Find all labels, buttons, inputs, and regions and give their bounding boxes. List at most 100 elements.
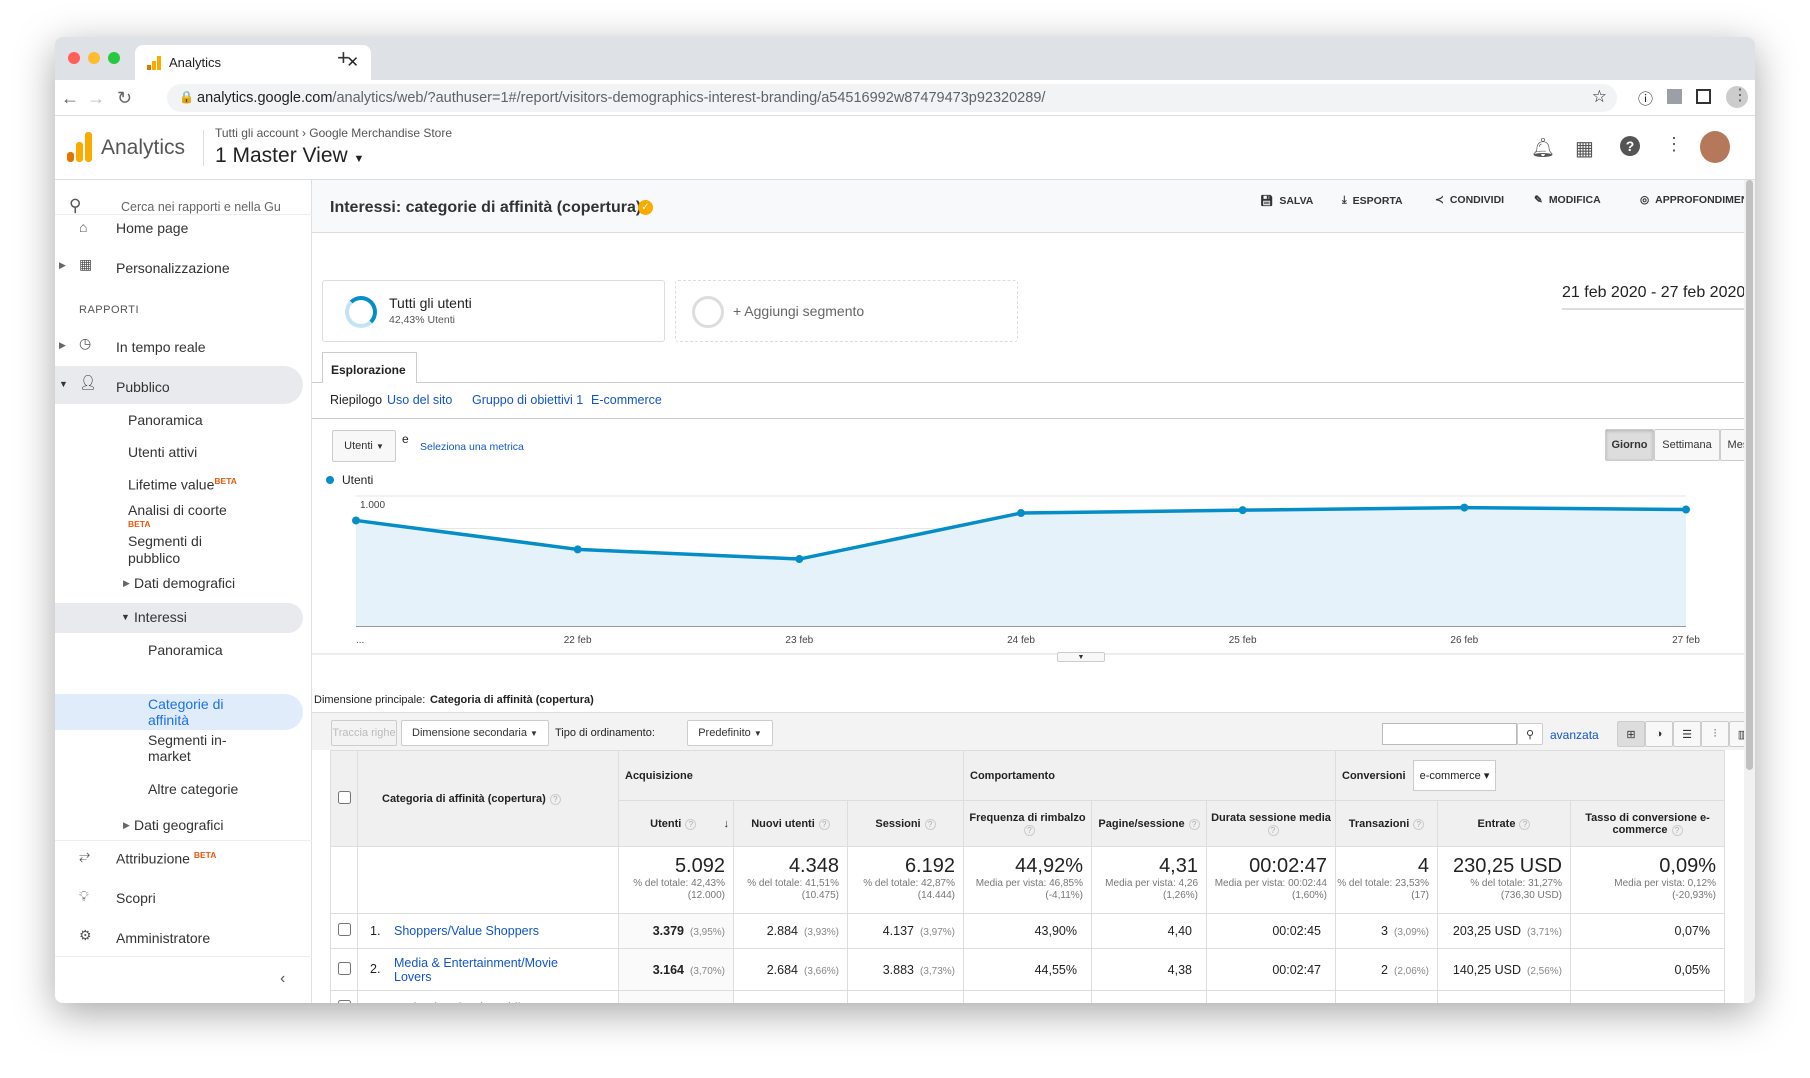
- sort-type-select[interactable]: Predefinito ▼: [687, 720, 773, 746]
- share-button[interactable]: ≺ CONDIVIDI: [1435, 194, 1504, 206]
- sidebar-item-discover[interactable]: Scopri: [116, 890, 156, 906]
- view-comparison-icon[interactable]: ⫶: [1701, 721, 1729, 747]
- sidebar-item-other-categories[interactable]: Altre categorie: [148, 781, 238, 797]
- collapse-icon[interactable]: ▼: [59, 379, 68, 389]
- plot-rows-button[interactable]: Traccia righe: [331, 720, 397, 746]
- view-pie-icon[interactable]: ◑: [1645, 721, 1673, 747]
- column-header[interactable]: Entrate?: [1437, 800, 1571, 847]
- sidebar-item-in-market[interactable]: Segmenti in-market: [148, 732, 248, 764]
- tab-explorer[interactable]: Esplorazione: [322, 352, 417, 383]
- breadcrumb-property[interactable]: Google Merchandise Store: [309, 126, 452, 140]
- select-all-checkbox-cell[interactable]: [330, 750, 358, 847]
- subtab-ecommerce[interactable]: E-commerce: [591, 393, 662, 407]
- table-search-input[interactable]: [1382, 723, 1517, 745]
- view-performance-icon[interactable]: ☰: [1673, 721, 1701, 747]
- row-checkbox[interactable]: [337, 961, 351, 975]
- help-icon[interactable]: ?: [1413, 818, 1425, 830]
- forward-icon[interactable]: →: [87, 88, 105, 109]
- subtab-site-usage[interactable]: Uso del sito: [387, 393, 452, 407]
- apps-grid-icon[interactable]: ▦: [1575, 136, 1594, 161]
- sidebar-item-customization[interactable]: Personalizzazione: [116, 260, 230, 276]
- column-header[interactable]: Tasso di conversione e-commerce?: [1570, 800, 1725, 847]
- url-input[interactable]: 🔒 analytics.google.com/analytics/web/?au…: [167, 84, 1617, 112]
- subtab-summary[interactable]: Riepilogo: [330, 393, 382, 407]
- sidebar-item-home[interactable]: Home page: [116, 220, 188, 236]
- row-checkbox[interactable]: [337, 923, 351, 936]
- reload-icon[interactable]: ↻: [117, 88, 132, 109]
- column-header[interactable]: Nuovi utenti?: [733, 800, 848, 847]
- edit-button[interactable]: ✎ MODIFICA: [1534, 194, 1601, 206]
- extension-icon[interactable]: ⓘ: [1638, 88, 1653, 109]
- date-range-picker[interactable]: 21 feb 2020 - 27 feb 2020 ▼: [1562, 284, 1755, 310]
- sidebar-item-admin[interactable]: Amministratore: [116, 930, 210, 946]
- help-icon[interactable]: ?: [549, 793, 561, 805]
- sidebar-item-realtime[interactable]: In tempo reale: [116, 339, 206, 355]
- help-icon[interactable]: ?: [924, 818, 936, 830]
- back-icon[interactable]: ←: [61, 88, 79, 109]
- view-selector[interactable]: 1 Master View ▼: [215, 144, 364, 168]
- browser-tab[interactable]: Analytics ✕: [135, 45, 371, 80]
- chart-collapse-toggle[interactable]: ▼: [1057, 652, 1105, 662]
- sidebar-item-attribution[interactable]: Attribuzione BETA: [116, 850, 216, 867]
- search-button[interactable]: ⚲: [1517, 723, 1543, 745]
- new-tab-icon[interactable]: +: [337, 45, 350, 71]
- help-icon[interactable]: ?: [685, 818, 697, 830]
- sidebar-item-affinity[interactable]: Categorie di affinità: [148, 696, 258, 728]
- insights-button[interactable]: ◎ APPROFONDIMENTI: [1640, 194, 1755, 206]
- segment-all-users[interactable]: Tutti gli utenti 42,43% Utenti: [322, 280, 665, 342]
- conversion-type-select[interactable]: e-commerce ▾: [1412, 760, 1497, 791]
- column-header[interactable]: Frequenza di rimbalzo?: [963, 800, 1092, 847]
- sidebar-item-active-users[interactable]: Utenti attivi: [128, 444, 197, 460]
- maximize-window-button[interactable]: [108, 52, 120, 64]
- category-link[interactable]: Technology/Technophiles: [394, 1001, 584, 1003]
- column-header[interactable]: Transazioni?: [1335, 800, 1438, 847]
- sidebar-item-demographics[interactable]: Dati demografici: [134, 575, 235, 591]
- granularity-day-button[interactable]: Giorno: [1605, 429, 1654, 461]
- column-header[interactable]: Utenti? ↓: [618, 800, 734, 847]
- help-icon[interactable]: ?: [818, 818, 830, 830]
- screenshot-extension-icon[interactable]: [1696, 89, 1711, 104]
- breadcrumb-all-accounts[interactable]: Tutti gli account: [215, 126, 299, 140]
- column-header[interactable]: Sessioni?: [847, 800, 964, 847]
- sidebar-item-audience-segments[interactable]: Segmenti di pubblico: [128, 533, 228, 567]
- sidebar-search-input[interactable]: Cerca nei rapporti e nella Gu: [121, 200, 281, 214]
- metric-select[interactable]: Utenti ▼: [332, 430, 396, 462]
- page-scrollbar[interactable]: [1744, 180, 1755, 1003]
- select-metric-link[interactable]: Seleziona una metrica: [420, 441, 524, 453]
- sidebar-item-cohort[interactable]: Analisi di coorte: [128, 502, 227, 518]
- help-icon[interactable]: ?: [1024, 824, 1035, 836]
- breadcrumb[interactable]: Tutti gli account › Google Merchandise S…: [215, 126, 452, 140]
- sidebar-item-interests-overview[interactable]: Panoramica: [148, 642, 223, 658]
- column-header[interactable]: Durata sessione media?: [1206, 800, 1336, 847]
- secondary-dimension-select[interactable]: Dimensione secondaria ▼: [401, 720, 549, 746]
- close-window-button[interactable]: [68, 52, 80, 64]
- bookmark-star-icon[interactable]: ☆: [1592, 87, 1607, 107]
- notifications-bell-icon[interactable]: 🔔︎: [1531, 136, 1555, 160]
- save-button[interactable]: 💾︎ SALVA: [1260, 194, 1313, 208]
- collapse-icon[interactable]: ▼: [121, 612, 130, 622]
- minimize-window-button[interactable]: [88, 52, 100, 64]
- help-icon[interactable]: ?: [1620, 136, 1640, 156]
- advanced-filter-link[interactable]: avanzata: [1550, 728, 1599, 742]
- more-options-icon[interactable]: ⋮: [1665, 134, 1683, 155]
- row-checkbox[interactable]: [337, 1000, 351, 1003]
- select-all-checkbox[interactable]: [337, 790, 351, 804]
- browser-menu-icon[interactable]: ⋮: [1732, 85, 1748, 105]
- column-header[interactable]: Pagine/sessione?: [1091, 800, 1207, 847]
- subtab-goal-set[interactable]: Gruppo di obiettivi 1: [472, 393, 583, 407]
- granularity-week-button[interactable]: Settimana: [1654, 429, 1720, 461]
- expand-icon[interactable]: ▶: [123, 578, 130, 589]
- add-segment-button[interactable]: + Aggiungi segmento: [675, 280, 1018, 342]
- sidebar-item-lifetime-value[interactable]: Lifetime valueBETA: [128, 476, 237, 493]
- user-avatar[interactable]: [1700, 131, 1730, 163]
- category-link[interactable]: Media & Entertainment/Movie Lovers: [394, 956, 584, 984]
- help-icon[interactable]: ?: [1267, 824, 1279, 836]
- dim-header[interactable]: Categoria di affinità (copertura)?: [357, 750, 619, 847]
- help-icon[interactable]: ?: [1519, 818, 1531, 830]
- view-table-icon[interactable]: ⊞: [1617, 721, 1645, 747]
- category-link[interactable]: Shoppers/Value Shoppers: [394, 924, 584, 938]
- help-icon[interactable]: ?: [1188, 818, 1200, 830]
- sidebar-item-overview[interactable]: Panoramica: [128, 412, 203, 428]
- scrollbar-thumb[interactable]: [1746, 180, 1753, 770]
- expand-icon[interactable]: ▶: [59, 340, 66, 351]
